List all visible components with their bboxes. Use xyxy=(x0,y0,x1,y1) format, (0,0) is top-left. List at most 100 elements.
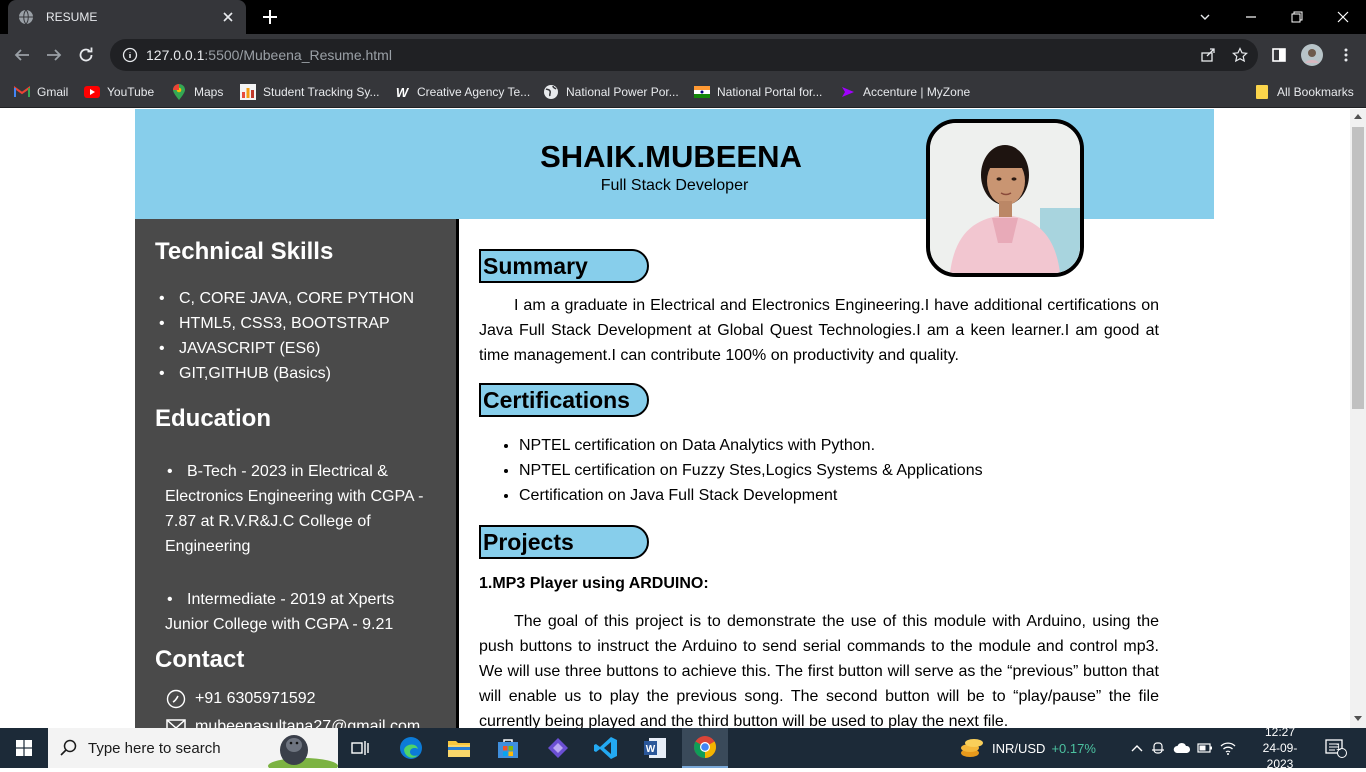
address-bar[interactable]: 127.0.0.1:5500/Mubeena_Resume.html xyxy=(110,39,1258,71)
bookmark-accenture[interactable]: Accenture | MyZone xyxy=(840,82,970,102)
chevron-up-icon[interactable] xyxy=(1126,744,1148,752)
new-tab-icon[interactable] xyxy=(260,7,280,27)
certifications-list: NPTEL certification on Data Analytics wi… xyxy=(519,433,983,508)
share-icon[interactable] xyxy=(1196,43,1220,67)
scroll-thumb[interactable] xyxy=(1352,127,1364,409)
close-tab-icon[interactable] xyxy=(220,9,236,25)
windows-taskbar: Type here to search W INR/USD +0.17% 12:… xyxy=(0,725,1366,771)
battery-icon[interactable] xyxy=(1194,743,1216,753)
page-viewport: SHAIK.MUBEENA Full Stack Developer Techn… xyxy=(0,109,1350,728)
tab-search-icon[interactable] xyxy=(1182,0,1228,34)
education-item: • B-Tech - 2023 in Electrical & Electroni… xyxy=(165,463,424,555)
back-arrow-icon[interactable] xyxy=(10,43,34,67)
restore-icon[interactable] xyxy=(1274,0,1320,34)
search-placeholder: Type here to search xyxy=(88,739,221,757)
chrome-icon[interactable] xyxy=(682,728,728,768)
stock-coins-icon xyxy=(960,737,984,759)
url-path: :5500/Mubeena_Resume.html xyxy=(204,47,392,63)
list-item: NPTEL certification on Data Analytics wi… xyxy=(519,433,983,458)
tab-title: RESUME xyxy=(46,10,98,24)
side-panel-icon[interactable] xyxy=(1267,43,1291,67)
flag-icon xyxy=(694,84,710,100)
contact-heading: Contact xyxy=(155,646,245,673)
project-title: 1.MP3 Player using ARDUINO: xyxy=(479,575,709,592)
list-item: C, CORE JAVA, CORE PYTHON xyxy=(155,286,414,311)
start-windows-icon[interactable] xyxy=(0,728,48,768)
list-item: HTML5, CSS3, BOOTSTRAP xyxy=(155,311,414,336)
phone-icon xyxy=(165,688,187,710)
bookmark-star-icon[interactable] xyxy=(1228,43,1252,67)
profile-avatar[interactable] xyxy=(1300,43,1324,67)
vscode-icon[interactable] xyxy=(587,728,625,768)
file-explorer-icon[interactable] xyxy=(440,728,478,768)
summary-text: I am a graduate in Electrical and Electr… xyxy=(479,297,1159,364)
power-automate-icon[interactable] xyxy=(539,728,577,768)
taskbar-search[interactable]: Type here to search xyxy=(48,728,338,768)
list-item: GIT,GITHUB (Basics) xyxy=(155,361,414,386)
scroll-down-arrow-icon[interactable] xyxy=(1354,716,1362,721)
education-item: • Intermediate - 2019 at Xperts Junior Co… xyxy=(165,591,395,633)
education-heading: Education xyxy=(155,405,272,432)
bookmark-national-power[interactable]: National Power Por... xyxy=(543,82,679,102)
bookmark-maps[interactable]: Maps xyxy=(171,82,223,102)
bookmark-student-tracking[interactable]: Student Tracking Sy... xyxy=(240,82,380,102)
skills-heading: Technical Skills xyxy=(155,238,334,265)
clock-date: 24-09-2023 xyxy=(1262,741,1298,771)
task-view-icon[interactable] xyxy=(342,728,378,768)
bookmark-creative-agency[interactable]: W Creative Agency Te... xyxy=(394,82,530,102)
meet-now-icon[interactable] xyxy=(1148,741,1170,755)
edge-browser-icon[interactable] xyxy=(392,728,430,768)
profile-photo xyxy=(926,119,1084,277)
projects-heading: Projects xyxy=(479,525,649,559)
close-window-icon[interactable] xyxy=(1320,0,1366,34)
bookmark-national-portal[interactable]: National Portal for... xyxy=(694,82,822,102)
globe-icon xyxy=(18,9,34,25)
maps-icon xyxy=(171,84,187,100)
browser-tab[interactable]: RESUME xyxy=(8,0,246,34)
browser-tab-bar: RESUME xyxy=(0,0,1366,34)
folder-icon xyxy=(1254,84,1270,100)
bookmark-youtube[interactable]: YouTube xyxy=(84,82,154,102)
svg-text:W: W xyxy=(646,744,656,755)
gmail-icon xyxy=(14,84,30,100)
summary-heading: Summary xyxy=(479,249,649,283)
list-item: JAVASCRIPT (ES6) xyxy=(155,336,414,361)
project-description: The goal of this project is to demonstra… xyxy=(479,613,1159,728)
globe-icon xyxy=(543,84,559,100)
clock-time: 12:27 xyxy=(1264,725,1296,739)
stock-widget[interactable]: INR/USD +0.17% xyxy=(960,728,1096,768)
weather-cloud-icon[interactable] xyxy=(1170,741,1194,755)
reload-icon[interactable] xyxy=(74,43,98,67)
chart-icon xyxy=(240,84,256,100)
more-menu-icon[interactable] xyxy=(1334,43,1358,67)
clock[interactable]: 12:27 24-09-2023 xyxy=(1252,725,1308,771)
accenture-icon xyxy=(840,84,856,100)
all-bookmarks-folder[interactable]: All Bookmarks xyxy=(1254,82,1354,102)
browser-toolbar: 127.0.0.1:5500/Mubeena_Resume.html xyxy=(0,34,1366,76)
gorilla-search-highlight-icon xyxy=(258,728,338,768)
bookmarks-bar: Gmail YouTube Maps Student Tracking Sy..… xyxy=(0,76,1366,108)
url-host: 127.0.0.1 xyxy=(146,47,205,63)
notification-center-icon[interactable]: 1 xyxy=(1318,728,1354,768)
notification-count: 1 xyxy=(1336,742,1342,752)
minimize-icon[interactable] xyxy=(1228,0,1274,34)
bookmark-gmail[interactable]: Gmail xyxy=(14,82,68,102)
mail-icon xyxy=(165,716,187,728)
site-info-icon[interactable] xyxy=(122,47,138,63)
word-icon[interactable]: W xyxy=(636,728,674,768)
certifications-heading: Certifications xyxy=(479,383,649,417)
w-icon: W xyxy=(395,84,409,100)
scroll-up-arrow-icon[interactable] xyxy=(1354,114,1362,119)
store-icon[interactable] xyxy=(489,728,527,768)
contact-phone: +91 6305971592 xyxy=(165,687,316,711)
list-item: NPTEL certification on Fuzzy Stes,Logics… xyxy=(519,458,983,483)
page-scrollbar[interactable] xyxy=(1350,109,1366,728)
portrait-illustration xyxy=(930,123,1080,273)
contact-email: mubeenasultana27@gmail.com xyxy=(165,715,420,728)
skills-list: C, CORE JAVA, CORE PYTHON HTML5, CSS3, B… xyxy=(155,286,414,386)
list-item: Certification on Java Full Stack Develop… xyxy=(519,483,983,508)
forward-arrow-icon[interactable] xyxy=(42,43,66,67)
system-tray xyxy=(1126,728,1240,768)
youtube-icon xyxy=(84,84,100,100)
wifi-icon[interactable] xyxy=(1216,741,1240,755)
